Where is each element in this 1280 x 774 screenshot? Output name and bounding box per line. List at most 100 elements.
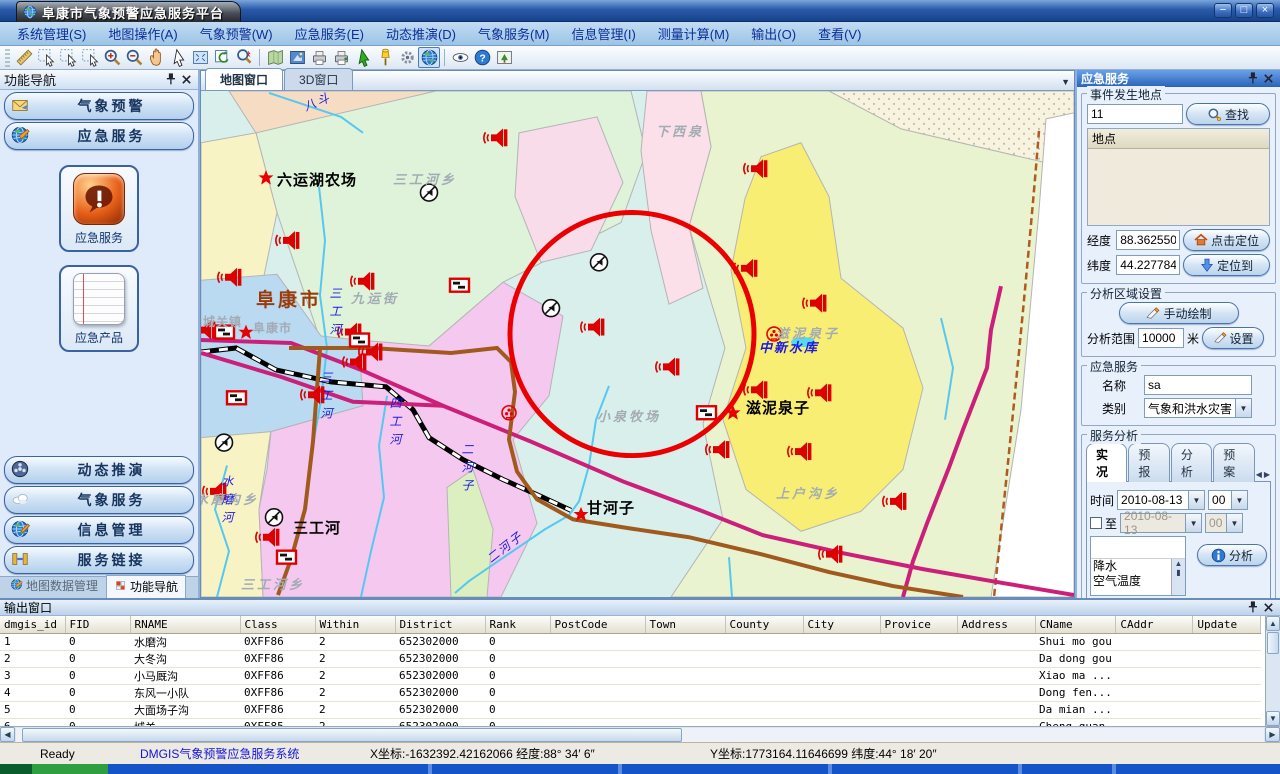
menu-item[interactable]: 输出(O) [740, 21, 807, 46]
longitude-input[interactable] [1116, 230, 1180, 250]
menu-item[interactable]: 气象预警(W) [189, 21, 284, 46]
scroll-left-icon[interactable]: ◀ [0, 727, 15, 742]
column-header[interactable]: Provice [880, 616, 957, 633]
full-extent-icon[interactable] [189, 47, 211, 68]
date-select[interactable]: 2010-08-13▼ [1117, 490, 1205, 510]
column-header[interactable]: CName [1035, 616, 1116, 633]
to-date-select[interactable]: 2010-08-13▼ [1120, 513, 1202, 533]
sidebar-item-应急服务[interactable]: 应急服务 [4, 122, 194, 150]
latitude-input[interactable] [1116, 255, 1180, 275]
select-free-icon[interactable] [79, 47, 101, 68]
tab-预报[interactable]: 预报 [1128, 443, 1169, 482]
table-row[interactable]: 60城关0XFF8526523020000Cheng guan [0, 718, 1261, 726]
location-list-body[interactable] [1088, 149, 1269, 225]
select-polygon-icon[interactable] [57, 47, 79, 68]
menu-item[interactable]: 测量计算(M) [647, 21, 741, 46]
select-feature-icon[interactable] [352, 47, 374, 68]
location-list[interactable]: 地点 [1087, 128, 1270, 226]
vertical-scrollbar[interactable]: ▲ ▼ [1265, 616, 1280, 726]
column-header[interactable]: FID [65, 616, 130, 633]
print-color-icon[interactable] [330, 47, 352, 68]
column-header[interactable]: Rank [485, 616, 550, 633]
click-locate-button[interactable]: 点击定位 [1183, 229, 1270, 251]
big-button-应急产品[interactable]: 应急产品 [59, 265, 139, 352]
pin-icon[interactable] [1244, 601, 1260, 615]
menu-item[interactable]: 系统管理(S) [6, 21, 97, 46]
view-eye-icon[interactable] [449, 47, 471, 68]
tab-3D窗口[interactable]: 3D窗口 [284, 68, 353, 90]
zoom-out-icon[interactable] [123, 47, 145, 68]
toolbar-grip[interactable] [5, 49, 10, 67]
to-hour-select[interactable]: 00▼ [1205, 513, 1243, 533]
service-name-input[interactable] [1144, 375, 1252, 395]
close-button[interactable]: × [1256, 3, 1274, 18]
pin-icon[interactable] [162, 73, 178, 87]
help-icon[interactable] [471, 47, 493, 68]
service-type-select[interactable]: 气象和洪水灾害 ▼ [1144, 398, 1252, 418]
hour-select[interactable]: 00▼ [1208, 490, 1248, 510]
column-header[interactable]: CAddr [1116, 616, 1193, 633]
table-row[interactable]: 10水磨沟0XFF8626523020000Shui mo gou [0, 633, 1261, 650]
close-icon[interactable] [1260, 72, 1276, 86]
tab-实况[interactable]: 实况 [1086, 443, 1127, 482]
scrollbar-thumb[interactable] [22, 728, 682, 742]
column-header[interactable]: RNAME [130, 616, 240, 633]
chevron-down-icon[interactable]: ▼ [1061, 77, 1070, 87]
print-icon[interactable] [308, 47, 330, 68]
event-search-input[interactable] [1087, 104, 1183, 124]
big-button-应急服务[interactable]: 应急服务 [59, 165, 139, 252]
sidebar-item-气象服务[interactable]: 气象服务 [4, 486, 194, 514]
menu-item[interactable]: 气象服务(M) [467, 21, 561, 46]
to-checkbox[interactable] [1090, 517, 1102, 529]
table-row[interactable]: 30小马厩沟0XFF8626523020000Xiao ma ... [0, 667, 1261, 684]
column-header[interactable]: PostCode [550, 616, 645, 633]
tab-地图窗口[interactable]: 地图窗口 [205, 68, 283, 90]
set-range-button[interactable]: 设置 [1202, 327, 1264, 349]
place-marker-icon[interactable] [374, 47, 396, 68]
sidebar-item-气象预警[interactable]: 气象预警 [4, 92, 194, 120]
scene-icon[interactable] [493, 47, 515, 68]
column-header[interactable]: dmgis_id [0, 616, 65, 633]
menu-item[interactable]: 动态推演(D) [375, 21, 467, 46]
zoom-in-icon[interactable] [101, 47, 123, 68]
measure-icon[interactable] [13, 47, 35, 68]
pin-icon[interactable] [1244, 72, 1260, 86]
list-scrollbar[interactable]: ▲▮ [1171, 559, 1185, 595]
settings-icon[interactable] [396, 47, 418, 68]
minimize-button[interactable]: − [1214, 3, 1232, 18]
map-layers-icon[interactable] [264, 47, 286, 68]
tab-功能导航[interactable]: 功能导航 [106, 575, 186, 598]
sidebar-item-动态推演[interactable]: 动态推演 [4, 456, 194, 484]
scroll-right-icon[interactable]: ▶ [1265, 727, 1280, 742]
table-row[interactable]: 20大冬沟0XFF8626523020000Da dong gou [0, 650, 1261, 667]
scroll-up-icon[interactable]: ▲ [1266, 616, 1280, 631]
sidebar-item-服务链接[interactable]: 服务链接 [4, 546, 194, 574]
table-row[interactable]: 40东风一小队0XFF8626523020000Dong fen... [0, 684, 1261, 701]
select-rect-icon[interactable] [35, 47, 57, 68]
refresh-icon[interactable] [211, 47, 233, 68]
tab-scroll-left-icon[interactable]: ◀ [1256, 470, 1262, 479]
export-map-icon[interactable] [286, 47, 308, 68]
menu-item[interactable]: 应急服务(E) [284, 21, 375, 46]
pointer-icon[interactable] [167, 47, 189, 68]
locate-to-button[interactable]: 定位到 [1183, 254, 1270, 276]
element-list-blank[interactable] [1091, 537, 1185, 559]
column-header[interactable]: Address [957, 616, 1035, 633]
menu-item[interactable]: 信息管理(I) [561, 21, 647, 46]
close-icon[interactable] [178, 73, 194, 87]
map-canvas[interactable]: 八斗六运湖农场三工河乡下西泉九运街阜康市城关镇阜康市滋泥泉子中新水库滋泥泉子小泉… [201, 91, 1074, 597]
pan-icon[interactable] [145, 47, 167, 68]
analyze-button[interactable]: 分析 [1197, 544, 1267, 566]
table-row[interactable]: 50大面场子沟0XFF8626523020000Da mian ... [0, 701, 1261, 718]
zoom-scale-icon[interactable] [233, 47, 255, 68]
menu-item[interactable]: 地图操作(A) [97, 21, 188, 46]
search-button[interactable]: 查找 [1186, 103, 1270, 125]
element-list[interactable]: ▲▮ 降水空气温度 [1090, 536, 1186, 596]
manual-draw-button[interactable]: 手动绘制 [1119, 302, 1239, 324]
column-header[interactable]: District [395, 616, 485, 633]
horizontal-scrollbar[interactable]: ◀ ▶ [0, 726, 1280, 742]
column-header[interactable]: Town [645, 616, 725, 633]
scroll-down-icon[interactable]: ▼ [1266, 711, 1280, 726]
column-header[interactable]: Update [1193, 616, 1261, 633]
menu-item[interactable]: 查看(V) [807, 21, 872, 46]
